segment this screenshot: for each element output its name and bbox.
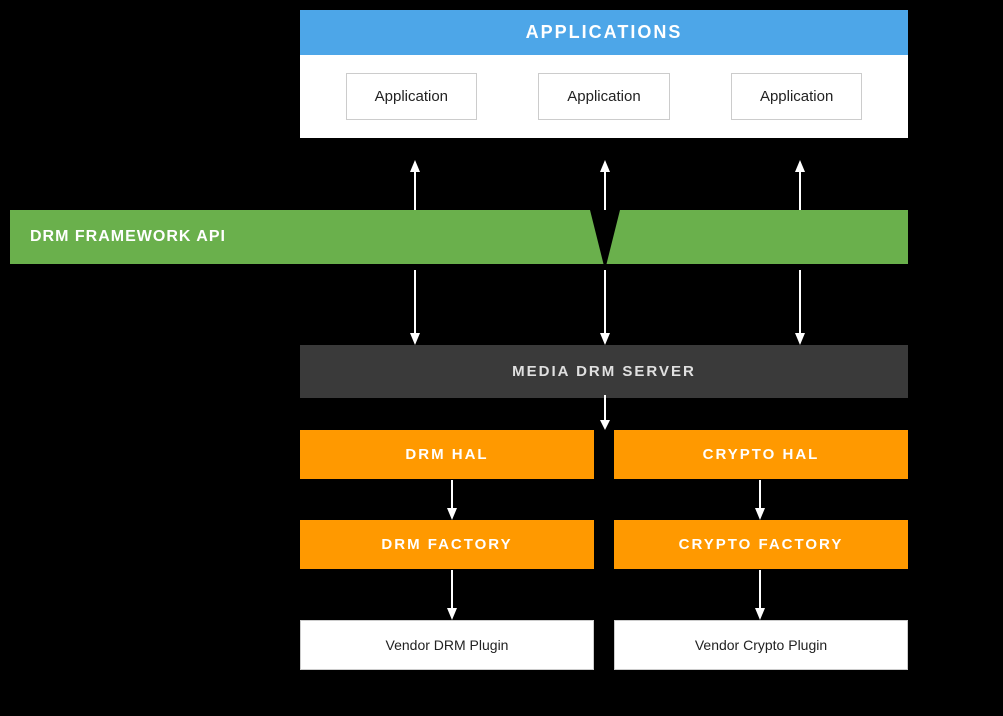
crypto-hal-box: CRYPTO HAL [614,430,908,479]
applications-header: APPLICATIONS [300,10,908,55]
drm-framework-block: DRM FRAMEWORK API [10,210,908,264]
media-drm-server-block: MEDIA DRM SERVER [300,345,908,398]
applications-block: APPLICATIONS Application Application App… [300,10,908,138]
vendor-crypto-plugin-box: Vendor Crypto Plugin [614,620,908,670]
applications-body: Application Application Application [300,55,908,138]
crypto-factory-box: CRYPTO FACTORY [614,520,908,569]
vendor-drm-plugin-box: Vendor DRM Plugin [300,620,594,670]
factory-row: DRM FACTORY CRYPTO FACTORY [300,520,908,569]
drm-hal-box: DRM HAL [300,430,594,479]
application-box-3: Application [731,73,862,120]
hal-row: DRM HAL CRYPTO HAL [300,430,908,479]
application-box-1: Application [346,73,477,120]
drm-framework-label: DRM FRAMEWORK API [30,228,226,246]
vendor-row: Vendor DRM Plugin Vendor Crypto Plugin [300,620,908,670]
drm-factory-box: DRM FACTORY [300,520,594,569]
application-box-2: Application [538,73,669,120]
